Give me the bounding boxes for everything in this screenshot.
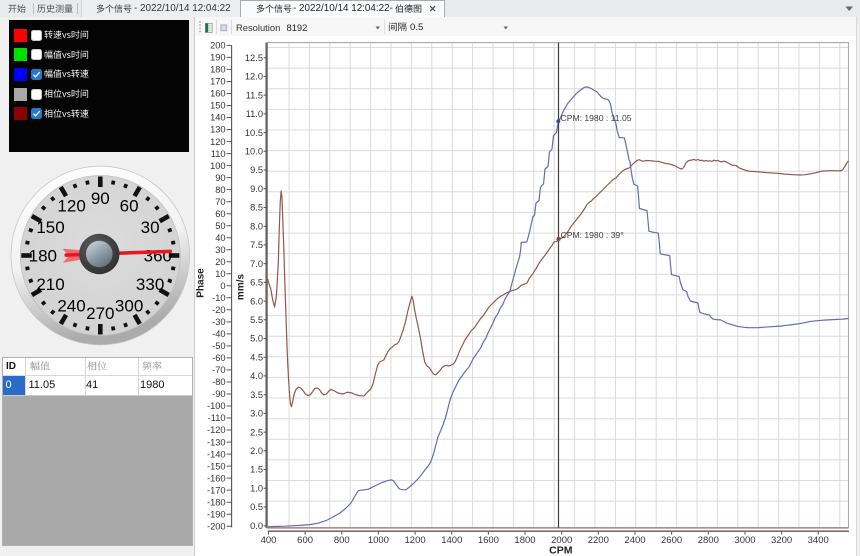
svg-text:CPM: CPM	[549, 545, 573, 556]
svg-text:240: 240	[57, 296, 85, 315]
svg-text:3000: 3000	[734, 535, 755, 546]
svg-text:190: 190	[210, 53, 226, 63]
svg-text:50: 50	[215, 221, 225, 231]
svg-text:150: 150	[210, 101, 226, 111]
svg-text:360: 360	[144, 247, 172, 266]
svg-text:-180: -180	[207, 497, 226, 507]
svg-text:-100: -100	[207, 401, 226, 411]
svg-text:210: 210	[36, 275, 64, 294]
svg-text:2800: 2800	[698, 535, 719, 546]
svg-text:140: 140	[210, 113, 226, 123]
svg-text:6.0: 6.0	[250, 296, 263, 306]
svg-text:-90: -90	[212, 389, 225, 399]
svg-text:4.5: 4.5	[250, 352, 263, 362]
svg-text:9.5: 9.5	[250, 165, 263, 175]
svg-text:12.0: 12.0	[245, 72, 263, 82]
svg-text:5.5: 5.5	[250, 315, 263, 325]
svg-text:1000: 1000	[368, 535, 389, 546]
svg-text:-200: -200	[207, 521, 226, 531]
svg-text:-50: -50	[212, 341, 225, 351]
svg-text:-170: -170	[207, 485, 226, 495]
svg-text:7.5: 7.5	[250, 240, 263, 250]
svg-text:120: 120	[57, 197, 85, 216]
svg-text:800: 800	[334, 535, 350, 546]
svg-text:30: 30	[215, 245, 225, 255]
svg-text:-20: -20	[212, 305, 225, 315]
svg-text:1.5: 1.5	[250, 465, 263, 475]
svg-text:120: 120	[210, 137, 226, 147]
svg-text:7.0: 7.0	[250, 259, 263, 269]
svg-text:-110: -110	[208, 413, 226, 423]
svg-text:6.5: 6.5	[250, 278, 263, 288]
svg-text:2200: 2200	[588, 535, 609, 546]
svg-text:170: 170	[210, 77, 226, 87]
svg-text:12.5: 12.5	[245, 53, 263, 63]
svg-text:60: 60	[120, 197, 139, 216]
svg-text:CPM: 1980 : 39°: CPM: 1980 : 39°	[561, 230, 624, 240]
svg-text:-190: -190	[207, 509, 226, 519]
svg-text:10.5: 10.5	[245, 128, 263, 138]
svg-text:9.0: 9.0	[250, 184, 263, 194]
svg-text:70: 70	[215, 197, 225, 207]
svg-text:2.5: 2.5	[250, 427, 263, 437]
svg-text:-70: -70	[212, 365, 225, 375]
svg-text:270: 270	[86, 304, 114, 323]
svg-text:1800: 1800	[514, 535, 535, 546]
svg-text:2400: 2400	[624, 535, 645, 546]
svg-text:-160: -160	[207, 473, 226, 483]
svg-text:11.0: 11.0	[246, 109, 263, 119]
svg-text:-130: -130	[207, 437, 226, 447]
svg-text:5.0: 5.0	[250, 334, 263, 344]
svg-text:60: 60	[215, 209, 225, 219]
svg-text:3.5: 3.5	[250, 390, 263, 400]
svg-text:8.0: 8.0	[250, 221, 263, 231]
svg-text:3200: 3200	[771, 535, 792, 546]
svg-text:1600: 1600	[478, 535, 499, 546]
svg-text:400: 400	[261, 535, 277, 546]
svg-text:-60: -60	[212, 353, 225, 363]
svg-text:-120: -120	[207, 425, 226, 435]
svg-text:3.0: 3.0	[250, 409, 263, 419]
svg-text:10.0: 10.0	[245, 147, 263, 157]
svg-text:30: 30	[141, 218, 160, 237]
svg-text:CPM: 1980 : 11.05: CPM: 1980 : 11.05	[561, 113, 632, 123]
svg-text:330: 330	[136, 275, 164, 294]
svg-text:-30: -30	[212, 317, 225, 327]
svg-text:mm/s: mm/s	[236, 274, 247, 301]
svg-text:1.0: 1.0	[250, 484, 263, 494]
svg-text:0.5: 0.5	[250, 502, 263, 512]
svg-text:150: 150	[36, 218, 64, 237]
svg-text:200: 200	[210, 41, 226, 51]
svg-text:2.0: 2.0	[250, 446, 263, 456]
svg-text:90: 90	[91, 189, 110, 208]
svg-text:100: 100	[210, 161, 226, 171]
svg-text:40: 40	[215, 233, 225, 243]
svg-text:160: 160	[210, 89, 226, 99]
svg-text:0: 0	[220, 281, 225, 291]
svg-text:10: 10	[215, 269, 225, 279]
svg-text:-140: -140	[207, 449, 226, 459]
svg-text:Phase: Phase	[196, 268, 207, 298]
svg-text:-10: -10	[212, 293, 225, 303]
svg-text:0.0: 0.0	[250, 521, 263, 531]
svg-text:-150: -150	[207, 461, 226, 471]
svg-text:180: 180	[210, 65, 226, 75]
svg-text:-80: -80	[212, 377, 225, 387]
svg-text:110: 110	[211, 149, 226, 159]
svg-text:4.0: 4.0	[250, 371, 263, 381]
svg-text:90: 90	[215, 173, 225, 183]
svg-text:1400: 1400	[441, 535, 462, 546]
svg-text:80: 80	[215, 185, 225, 195]
svg-text:1200: 1200	[405, 535, 426, 546]
svg-text:2600: 2600	[661, 535, 682, 546]
svg-text:3400: 3400	[808, 535, 829, 546]
svg-text:-40: -40	[212, 329, 225, 339]
svg-text:8.5: 8.5	[250, 203, 263, 213]
svg-text:20: 20	[215, 257, 225, 267]
svg-text:130: 130	[210, 125, 226, 135]
svg-text:600: 600	[297, 535, 313, 546]
svg-text:11.5: 11.5	[246, 90, 263, 100]
svg-text:180: 180	[29, 247, 57, 266]
svg-text:300: 300	[115, 296, 143, 315]
